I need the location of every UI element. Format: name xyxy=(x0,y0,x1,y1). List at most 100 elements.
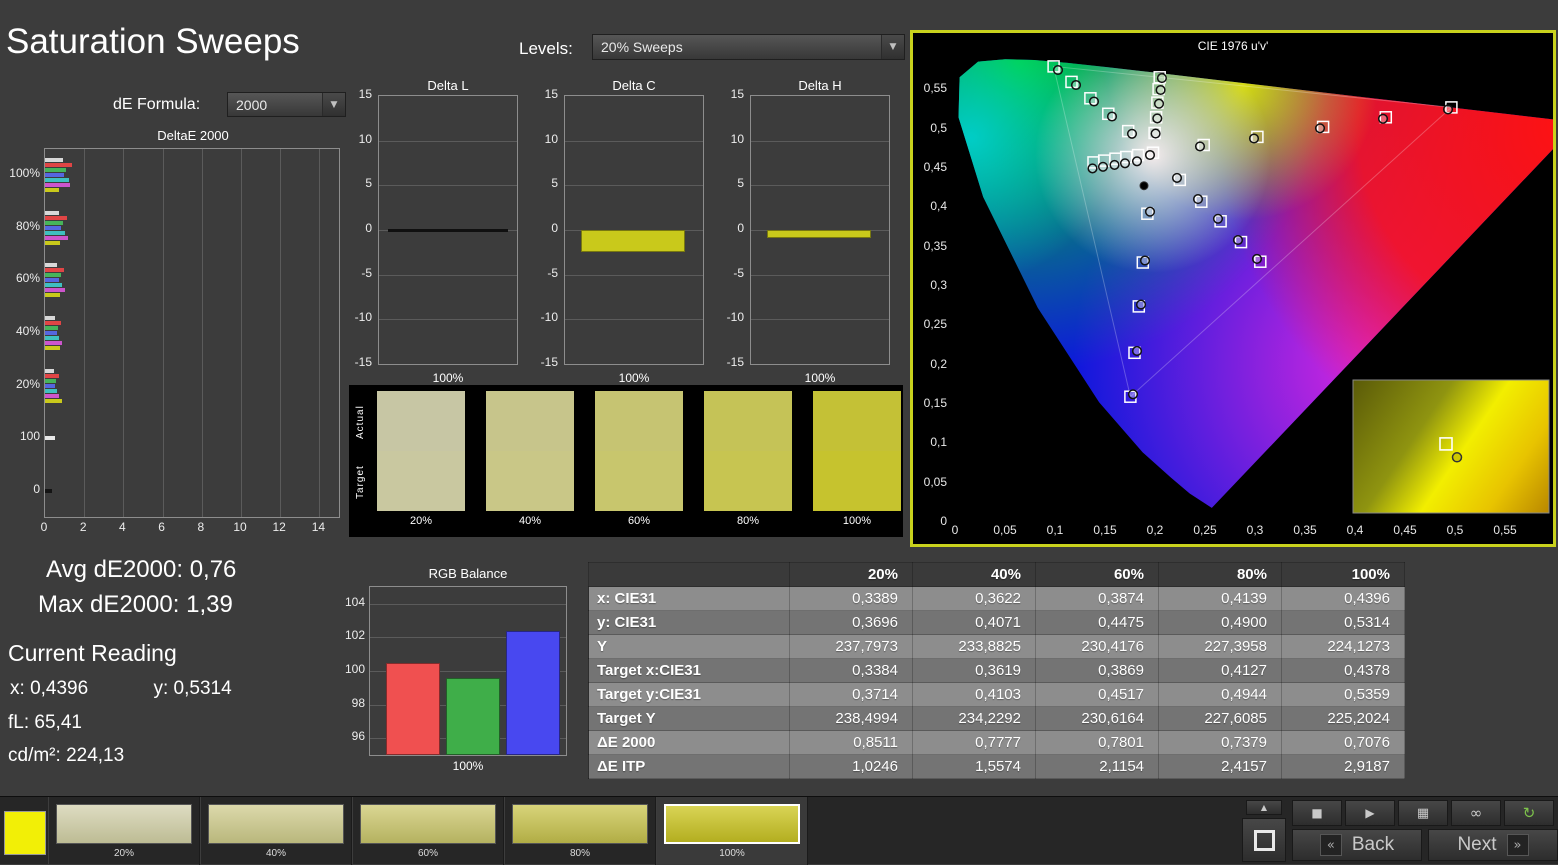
collapse-panel-button[interactable]: ▲ xyxy=(1246,800,1282,815)
axis-tick-label: -10 xyxy=(338,310,372,324)
table-cell: 0,3389 xyxy=(790,587,913,611)
target-swatch xyxy=(595,451,683,511)
deltae-bar xyxy=(45,341,62,345)
swatch-label: 80% xyxy=(505,848,655,859)
swatch-strip: 20%40%60%80%100% xyxy=(349,385,903,537)
table-cell: 227,6085 xyxy=(1159,707,1282,731)
gridline xyxy=(751,275,889,276)
deltae-bar xyxy=(45,168,66,172)
column-header xyxy=(589,563,790,587)
deltae-bar xyxy=(45,436,55,440)
deltae-bar xyxy=(45,346,60,350)
delta-bar xyxy=(581,230,685,252)
x-value: 0,4396 xyxy=(30,678,88,699)
measured-point xyxy=(1156,86,1165,95)
delta-h-plot xyxy=(750,95,890,365)
saturation-swatch-80[interactable]: 80% xyxy=(504,797,656,865)
actual-swatch xyxy=(377,391,465,451)
fl-label: fL: xyxy=(8,712,29,733)
stop-measure-button[interactable] xyxy=(1242,818,1286,862)
deltae-bar xyxy=(45,379,56,383)
xy-reading: x: 0,4396 y: 0,5314 xyxy=(10,678,232,700)
saturation-swatch-40[interactable]: 40% xyxy=(200,797,352,865)
x-axis-label: 100% xyxy=(750,371,890,385)
refresh-button[interactable]: ↻ xyxy=(1504,800,1554,826)
saturation-swatch-60[interactable]: 60% xyxy=(352,797,504,865)
axis-tick-label: -10 xyxy=(524,310,558,324)
deltae-bar xyxy=(45,283,62,287)
levels-dropdown[interactable]: 20% Sweeps ▼ xyxy=(592,34,905,60)
axis-tick-label: 2 xyxy=(68,520,98,534)
delta-l-chart: Delta L 151050-5-10-15 100% xyxy=(338,78,524,390)
compare-swatch xyxy=(486,391,574,511)
back-button[interactable]: « Back xyxy=(1292,829,1422,861)
avg-label: Avg dE2000: xyxy=(46,556,183,583)
cdm2-reading: cd/m²: 224,13 xyxy=(8,745,124,767)
measured-point xyxy=(1250,134,1259,143)
x-axis-label: 100% xyxy=(369,759,567,773)
measured-point xyxy=(1110,161,1119,170)
de-formula-dropdown[interactable]: 2000 ▼ xyxy=(227,92,346,117)
current-reading-heading: Current Reading xyxy=(8,640,177,667)
axis-tick-label: 100 xyxy=(333,662,365,676)
saturation-swatch-100[interactable]: 100% xyxy=(656,797,808,865)
measured-point xyxy=(1316,124,1325,133)
x-label: x: xyxy=(10,678,25,699)
next-chevrons-icon: » xyxy=(1507,834,1529,856)
column-header: 100% xyxy=(1282,563,1405,587)
measured-point xyxy=(1253,255,1262,264)
axis-tick-label: 20% xyxy=(8,377,40,391)
back-chevrons-icon: « xyxy=(1320,834,1342,856)
table-cell: 0,4139 xyxy=(1159,587,1282,611)
infinity-icon: ∞ xyxy=(1470,804,1483,822)
table-row: Target y:CIE310,37140,41030,45170,49440,… xyxy=(589,683,1405,707)
deltae-bar xyxy=(45,273,61,277)
measured-point xyxy=(1151,129,1160,138)
deltae-bar xyxy=(45,183,70,187)
swatch-label: 20% xyxy=(377,515,465,527)
axis-tick-label: 0 xyxy=(8,482,40,496)
measured-point xyxy=(1194,195,1203,204)
play-button[interactable]: ▶ xyxy=(1345,800,1395,826)
current-reading-dot xyxy=(1140,182,1148,190)
y-value: 0,5314 xyxy=(174,678,232,699)
levels-value: 20% Sweeps xyxy=(593,39,881,55)
x-axis-label: 100% xyxy=(378,371,518,385)
saturation-swatch-20[interactable]: 20% xyxy=(48,797,200,865)
transport-controls: ▲ ■ ▶ ▦ ∞ ↻ « Back xyxy=(1240,797,1558,865)
red-balance-bar xyxy=(386,663,440,755)
refresh-icon: ↻ xyxy=(1523,804,1536,822)
table-cell: 230,6164 xyxy=(1036,707,1159,731)
table-cell: 0,5359 xyxy=(1282,683,1405,707)
gridline xyxy=(241,149,242,517)
table-cell: 2,9187 xyxy=(1282,755,1405,779)
measured-point xyxy=(1158,74,1167,83)
axis-tick-label: 0 xyxy=(29,520,59,534)
table-row: ΔE 20000,85110,77770,78010,73790,7076 xyxy=(589,731,1405,755)
axis-tick-label: -15 xyxy=(338,355,372,369)
measured-point xyxy=(1153,114,1162,123)
measured-point xyxy=(1137,300,1146,309)
cie-zoom-in xyxy=(1353,380,1549,513)
gridline xyxy=(565,185,703,186)
avg-de2000-reading: Avg dE2000: 0,76 xyxy=(46,556,236,584)
rgb-balance-plot xyxy=(369,586,567,756)
continuous-measure-button[interactable]: ∞ xyxy=(1451,800,1501,826)
axis-tick-label: 6 xyxy=(147,520,177,534)
measured-point xyxy=(1379,115,1388,124)
gridline xyxy=(379,141,517,142)
delta-c-chart: Delta C 151050-5-10-15 100% xyxy=(524,78,710,390)
gridline xyxy=(370,604,566,605)
next-label: Next xyxy=(1457,834,1496,856)
swatch-label: 100% xyxy=(657,848,807,859)
deltae-bar xyxy=(45,236,68,240)
stop-button[interactable]: ■ xyxy=(1292,800,1342,826)
table-cell: 0,4378 xyxy=(1282,659,1405,683)
snapshot-button[interactable]: ▦ xyxy=(1398,800,1448,826)
measured-point xyxy=(1173,174,1182,183)
table-cell: 225,2024 xyxy=(1282,707,1405,731)
measured-point xyxy=(1234,236,1243,245)
axis-tick-label: 40% xyxy=(8,324,40,338)
deltae-bar xyxy=(45,384,55,388)
next-button[interactable]: Next » xyxy=(1428,829,1558,861)
